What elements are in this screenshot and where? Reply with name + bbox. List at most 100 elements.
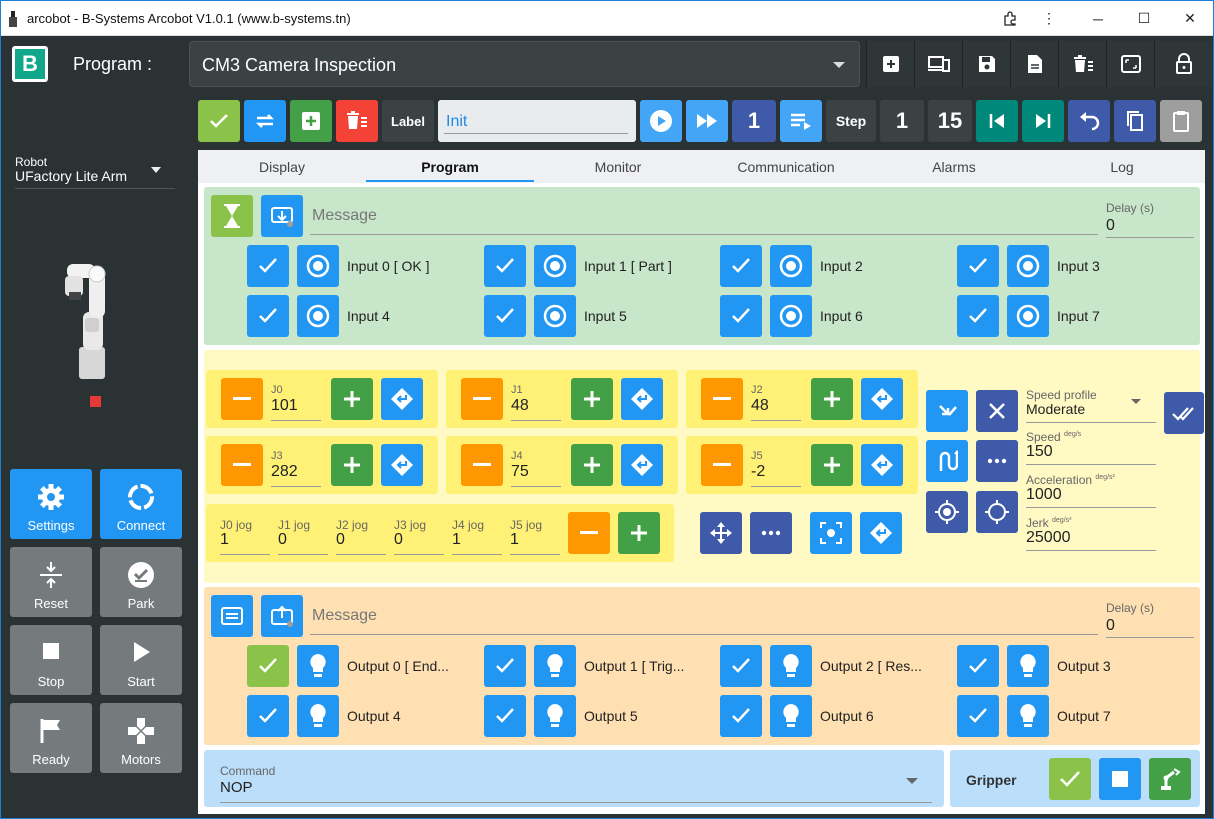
jog-plus-button[interactable]: [618, 512, 660, 554]
joint-decrement-button[interactable]: [701, 378, 743, 420]
output-enable-checkbox[interactable]: [957, 695, 999, 737]
first-step-button[interactable]: [976, 100, 1018, 142]
output-delay-field[interactable]: Delay (s) 0: [1106, 601, 1194, 638]
command-select[interactable]: Command NOP: [220, 764, 932, 803]
joint-apply-button[interactable]: [621, 378, 663, 420]
jog-field[interactable]: J3 jog 0: [394, 518, 444, 555]
joint-decrement-button[interactable]: [701, 444, 743, 486]
input-mode-button[interactable]: [261, 195, 303, 237]
devices-button[interactable]: [914, 41, 962, 87]
motors-button[interactable]: Motors: [100, 703, 182, 773]
more-options-button[interactable]: [750, 512, 792, 554]
input-state-toggle[interactable]: [297, 295, 339, 337]
gripper-open-button[interactable]: [1049, 758, 1091, 800]
jog-field[interactable]: J4 jog 1: [452, 518, 502, 555]
step-button[interactable]: Step: [826, 100, 876, 142]
tab-log[interactable]: Log: [1038, 150, 1206, 183]
jerk-field[interactable]: Jerk deg/s³ 25000: [1026, 516, 1156, 551]
path-button[interactable]: [926, 440, 968, 482]
gripper-stop-button[interactable]: [1099, 758, 1141, 800]
joint-increment-button[interactable]: [331, 444, 373, 486]
ready-button[interactable]: Ready: [10, 703, 92, 773]
joint-apply-button[interactable]: [381, 444, 423, 486]
wait-message-input[interactable]: Message: [312, 207, 377, 225]
output-state-toggle[interactable]: [297, 695, 339, 737]
output-state-toggle[interactable]: [1007, 645, 1049, 687]
output-enable-checkbox[interactable]: [484, 695, 526, 737]
input-enable-checkbox[interactable]: [957, 245, 999, 287]
acceleration-field[interactable]: Acceleration deg/s² 1000: [1026, 473, 1156, 508]
joint-apply-button[interactable]: [861, 378, 903, 420]
crosshair-button[interactable]: [976, 491, 1018, 533]
maximize-button[interactable]: ☐: [1121, 1, 1167, 36]
joint-decrement-button[interactable]: [221, 444, 263, 486]
joint-decrement-button[interactable]: [461, 378, 503, 420]
center-focus-button[interactable]: [810, 512, 852, 554]
copy-button[interactable]: [1114, 100, 1156, 142]
speed-profile-select[interactable]: Speed profile Moderate: [1026, 388, 1156, 423]
fullscreen-button[interactable]: [1106, 41, 1154, 87]
output-message-input[interactable]: Message: [312, 607, 377, 625]
joint-apply-button[interactable]: [861, 444, 903, 486]
more-icon[interactable]: ⋮: [1026, 1, 1072, 36]
program-select[interactable]: CM3 Camera Inspection: [189, 41, 860, 87]
minimize-button[interactable]: ─: [1075, 1, 1121, 36]
wait-type-button[interactable]: [211, 195, 253, 237]
move-cross-button[interactable]: [700, 512, 742, 554]
output-state-toggle[interactable]: [770, 645, 812, 687]
joint-increment-button[interactable]: [331, 378, 373, 420]
document-button[interactable]: [1010, 41, 1058, 87]
output-enable-checkbox[interactable]: [247, 695, 289, 737]
input-enable-checkbox[interactable]: [247, 295, 289, 337]
check-all-button[interactable]: [1164, 392, 1204, 434]
play-button[interactable]: [640, 100, 682, 142]
tab-monitor[interactable]: Monitor: [534, 150, 702, 183]
delete-program-button[interactable]: [1058, 41, 1106, 87]
label-input[interactable]: Init: [438, 100, 636, 142]
tab-display[interactable]: Display: [198, 150, 366, 183]
input-state-toggle[interactable]: [297, 245, 339, 287]
output-state-toggle[interactable]: [534, 645, 576, 687]
last-step-button[interactable]: [1022, 100, 1064, 142]
input-state-toggle[interactable]: [1007, 295, 1049, 337]
input-state-toggle[interactable]: [534, 245, 576, 287]
chevron-down-icon[interactable]: [151, 167, 161, 173]
output-enable-checkbox[interactable]: [720, 695, 762, 737]
joint-increment-button[interactable]: [571, 378, 613, 420]
approach-button[interactable]: [926, 390, 968, 432]
close-button[interactable]: ✕: [1167, 1, 1213, 36]
paste-button[interactable]: [1160, 100, 1202, 142]
input-state-toggle[interactable]: [770, 245, 812, 287]
output-state-toggle[interactable]: [297, 645, 339, 687]
joint-value-field[interactable]: J5 -2: [751, 450, 801, 487]
joint-increment-button[interactable]: [571, 444, 613, 486]
wait-delay-field[interactable]: Delay (s) 0: [1106, 201, 1194, 238]
gripper-robot-button[interactable]: [1149, 758, 1191, 800]
add-step-button[interactable]: [290, 100, 332, 142]
tab-alarms[interactable]: Alarms: [870, 150, 1038, 183]
apply-pose-button[interactable]: [860, 512, 902, 554]
label-button[interactable]: Label: [382, 100, 434, 142]
jog-minus-button[interactable]: [568, 512, 610, 554]
jog-field[interactable]: J5 jog 1: [510, 518, 560, 555]
tab-communication[interactable]: Communication: [702, 150, 870, 183]
joint-value-field[interactable]: J2 48: [751, 384, 801, 421]
settings-button[interactable]: Settings: [10, 469, 92, 539]
playlist-button[interactable]: [780, 100, 822, 142]
output-enable-checkbox[interactable]: [720, 645, 762, 687]
robot-select[interactable]: UFactory Lite Arm: [15, 168, 127, 184]
joint-decrement-button[interactable]: [221, 378, 263, 420]
cancel-button[interactable]: [976, 390, 1018, 432]
joint-apply-button[interactable]: [381, 378, 423, 420]
lock-button[interactable]: [1154, 41, 1213, 87]
tab-program[interactable]: Program: [366, 150, 534, 183]
start-button[interactable]: Start: [100, 625, 182, 695]
joint-value-field[interactable]: J3 282: [271, 450, 321, 487]
joint-value-field[interactable]: J0 101: [271, 384, 321, 421]
input-enable-checkbox[interactable]: [484, 245, 526, 287]
output-enable-checkbox[interactable]: [247, 645, 289, 687]
input-state-toggle[interactable]: [770, 295, 812, 337]
input-enable-checkbox[interactable]: [957, 295, 999, 337]
joint-value-field[interactable]: J4 75: [511, 450, 561, 487]
more-motion-button[interactable]: [976, 440, 1018, 482]
